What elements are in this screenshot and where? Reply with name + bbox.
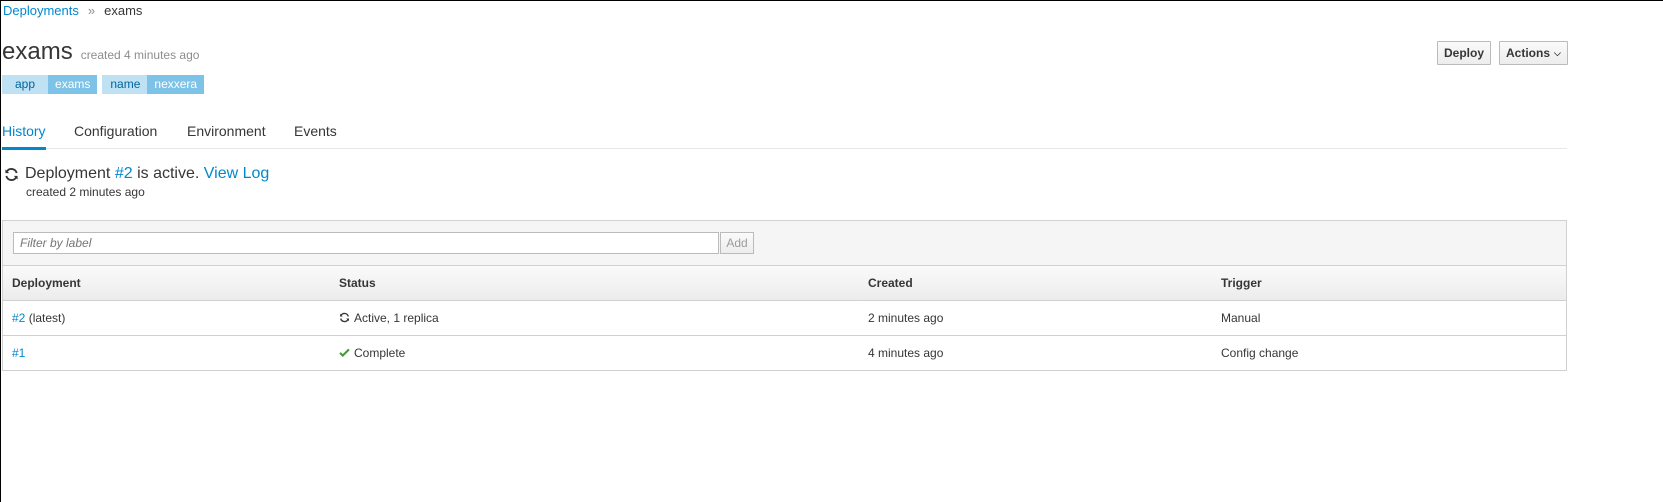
breadcrumb-deployments-link[interactable]: Deployments [3,3,79,18]
actions-label: Actions [1506,46,1551,60]
breadcrumb: Deployments » exams [3,3,142,19]
breadcrumb-separator: » [87,3,96,18]
deployment-cell: #2 (latest) [3,300,330,336]
window-border-top [0,0,1663,1]
refresh-icon [339,312,350,323]
label-key[interactable]: app [2,75,49,94]
window-border-left [0,0,1,502]
label-value[interactable]: nexxera [147,75,205,94]
table-header-row: Deployment Status Created Trigger [3,266,1566,301]
trigger-cell: Config change [1221,346,1299,360]
status-text: Active, 1 replica [354,311,439,325]
label-value[interactable]: exams [48,75,98,94]
deployment-note: (latest) [28,311,66,325]
tab-configuration[interactable]: Configuration [74,123,157,139]
column-header-created: Created [859,266,1212,301]
page-header: exams created 4 minutes ago [2,38,199,66]
label-list: app exams name nexxera [2,75,209,94]
chevron-down-icon: ⌵ [1554,48,1561,58]
actions-dropdown-button[interactable]: Actions ⌵ [1499,41,1568,65]
deploy-button[interactable]: Deploy [1437,41,1492,65]
deployment-2-link[interactable]: #2 [115,165,133,183]
refresh-icon [4,167,19,182]
breadcrumb-current: exams [104,3,143,18]
deployments-table: Deployment Status Created Trigger #2 (la… [3,266,1566,370]
table-row: #1 Complete 4 minutes ago Config change [3,336,1566,371]
page-created-time: created 4 minutes ago [80,48,200,62]
tab-bar: History Configuration Environment Events [2,120,1567,150]
deployment-link[interactable]: #2 [12,311,25,325]
deployment-link[interactable]: #1 [12,346,25,360]
column-header-status: Status [330,266,859,301]
status-suffix: is active. [137,165,200,182]
filter-by-label-input[interactable] [13,232,719,254]
tab-environment[interactable]: Environment [187,123,266,139]
check-icon [339,347,350,358]
label-key[interactable]: name [102,75,148,94]
column-header-trigger: Trigger [1212,266,1566,301]
status-cell: Complete [330,336,859,371]
table-row: #2 (latest) Active, 1 replica 2 minutes … [3,300,1566,336]
tab-history[interactable]: History [2,123,46,150]
label-name[interactable]: name nexxera [102,75,205,94]
created-cell: 4 minutes ago [868,346,944,360]
label-app[interactable]: app exams [2,75,98,94]
status-prefix: Deployment [25,165,111,182]
page-title: exams [2,38,73,65]
deployments-table-panel: Add Deployment Status Created Trigger #2… [2,220,1567,371]
status-cell: Active, 1 replica [330,300,859,336]
add-filter-button[interactable]: Add [720,232,754,254]
view-log-link[interactable]: View Log [204,165,270,183]
filter-bar: Add [3,221,1566,266]
created-cell: 2 minutes ago [859,300,1212,336]
trigger-cell: Manual [1212,300,1566,336]
status-created-time: created 2 minutes ago [26,185,145,199]
deployment-status-line: Deployment #2 is active. View Log [4,165,269,183]
deployment-cell: #1 [3,336,330,371]
tab-events[interactable]: Events [294,123,337,139]
status-text: Complete [354,346,406,360]
column-header-deployment: Deployment [3,266,330,301]
